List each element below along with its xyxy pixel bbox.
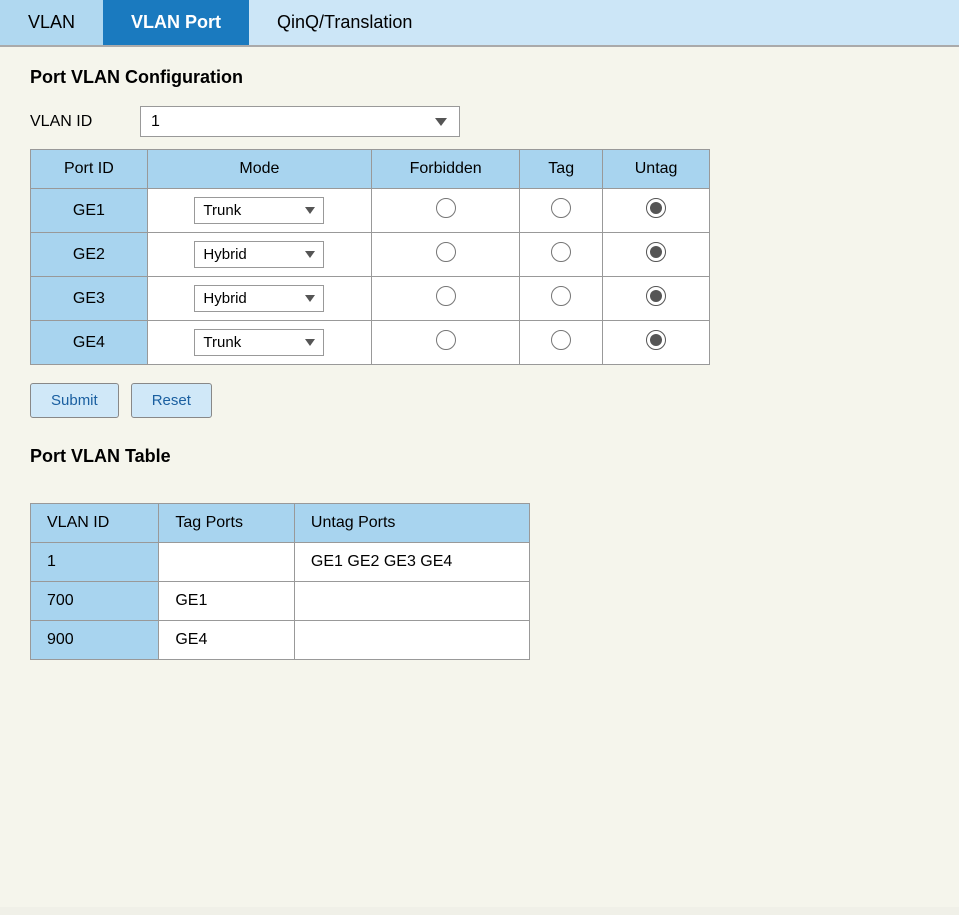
- mode-cell: TrunkHybridAccess: [147, 277, 371, 321]
- vlan-table-col-vlan-id: VLAN ID: [31, 504, 159, 543]
- mode-select-ge2[interactable]: TrunkHybridAccess: [194, 241, 324, 268]
- untag-radio-ge3[interactable]: [646, 286, 666, 306]
- vlan-table-vlan-id: 700: [31, 582, 159, 621]
- tag-radio-ge4[interactable]: [551, 330, 571, 350]
- port-id-cell: GE2: [31, 233, 148, 277]
- forbidden-cell-ge3: [372, 277, 520, 321]
- vlan-table-vlan-id: 1: [31, 543, 159, 582]
- mode-select-ge4[interactable]: TrunkHybridAccess: [194, 329, 324, 356]
- vlan-table: VLAN ID Tag Ports Untag Ports 1 GE1 GE2 G…: [30, 503, 530, 660]
- mode-select-ge3[interactable]: TrunkHybridAccess: [194, 285, 324, 312]
- col-header-mode: Mode: [147, 150, 371, 189]
- vlan-table-untag-ports: [294, 582, 529, 621]
- tab-bar: VLAN VLAN Port QinQ/Translation: [0, 0, 959, 47]
- vlan-id-label: VLAN ID: [30, 113, 120, 131]
- tab-vlan[interactable]: VLAN: [0, 0, 103, 45]
- tag-radio-ge3[interactable]: [551, 286, 571, 306]
- tag-radio-ge1[interactable]: [551, 198, 571, 218]
- tag-cell-ge3: [520, 277, 603, 321]
- forbidden-radio-ge2[interactable]: [436, 242, 456, 262]
- reset-button[interactable]: Reset: [131, 383, 212, 418]
- vlan-table-col-untag-ports: Untag Ports: [294, 504, 529, 543]
- vlan-table-vlan-id: 900: [31, 621, 159, 660]
- submit-button[interactable]: Submit: [30, 383, 119, 418]
- tag-cell-ge4: [520, 321, 603, 365]
- vlan-table-tag-ports: GE4: [159, 621, 295, 660]
- untag-cell-ge4: [603, 321, 710, 365]
- port-id-cell: GE4: [31, 321, 148, 365]
- config-section-title: Port VLAN Configuration: [30, 67, 929, 88]
- vlan-table-untag-ports: GE1 GE2 GE3 GE4: [294, 543, 529, 582]
- untag-cell-ge3: [603, 277, 710, 321]
- vlan-id-row: VLAN ID 1 700 900: [30, 106, 929, 137]
- vlan-table-untag-ports: [294, 621, 529, 660]
- col-header-tag: Tag: [520, 150, 603, 189]
- vlan-table-col-tag-ports: Tag Ports: [159, 504, 295, 543]
- untag-cell-ge2: [603, 233, 710, 277]
- forbidden-radio-ge4[interactable]: [436, 330, 456, 350]
- main-content: Port VLAN Configuration VLAN ID 1 700 90…: [0, 47, 959, 907]
- forbidden-cell-ge2: [372, 233, 520, 277]
- tag-cell-ge2: [520, 233, 603, 277]
- port-id-cell: GE3: [31, 277, 148, 321]
- btn-row: Submit Reset: [30, 383, 929, 418]
- col-header-forbidden: Forbidden: [372, 150, 520, 189]
- tab-qinq[interactable]: QinQ/Translation: [249, 0, 440, 45]
- tag-cell-ge1: [520, 189, 603, 233]
- untag-radio-ge2[interactable]: [646, 242, 666, 262]
- vlan-table-tag-ports: [159, 543, 295, 582]
- mode-cell: TrunkHybridAccess: [147, 233, 371, 277]
- col-header-port-id: Port ID: [31, 150, 148, 189]
- vlan-table-tag-ports: GE1: [159, 582, 295, 621]
- vlan-id-select[interactable]: 1 700 900: [140, 106, 460, 137]
- tab-vlan-port[interactable]: VLAN Port: [103, 0, 249, 45]
- mode-cell: TrunkHybridAccess: [147, 189, 371, 233]
- col-header-untag: Untag: [603, 150, 710, 189]
- mode-select-ge1[interactable]: TrunkHybridAccess: [194, 197, 324, 224]
- tag-radio-ge2[interactable]: [551, 242, 571, 262]
- forbidden-radio-ge1[interactable]: [436, 198, 456, 218]
- forbidden-cell-ge4: [372, 321, 520, 365]
- mode-cell: TrunkHybridAccess: [147, 321, 371, 365]
- forbidden-cell-ge1: [372, 189, 520, 233]
- table-section-title: Port VLAN Table: [30, 446, 929, 467]
- port-id-cell: GE1: [31, 189, 148, 233]
- untag-cell-ge1: [603, 189, 710, 233]
- untag-radio-ge4[interactable]: [646, 330, 666, 350]
- forbidden-radio-ge3[interactable]: [436, 286, 456, 306]
- config-table: Port ID Mode Forbidden Tag Untag GE1 Trun…: [30, 149, 710, 365]
- untag-radio-ge1[interactable]: [646, 198, 666, 218]
